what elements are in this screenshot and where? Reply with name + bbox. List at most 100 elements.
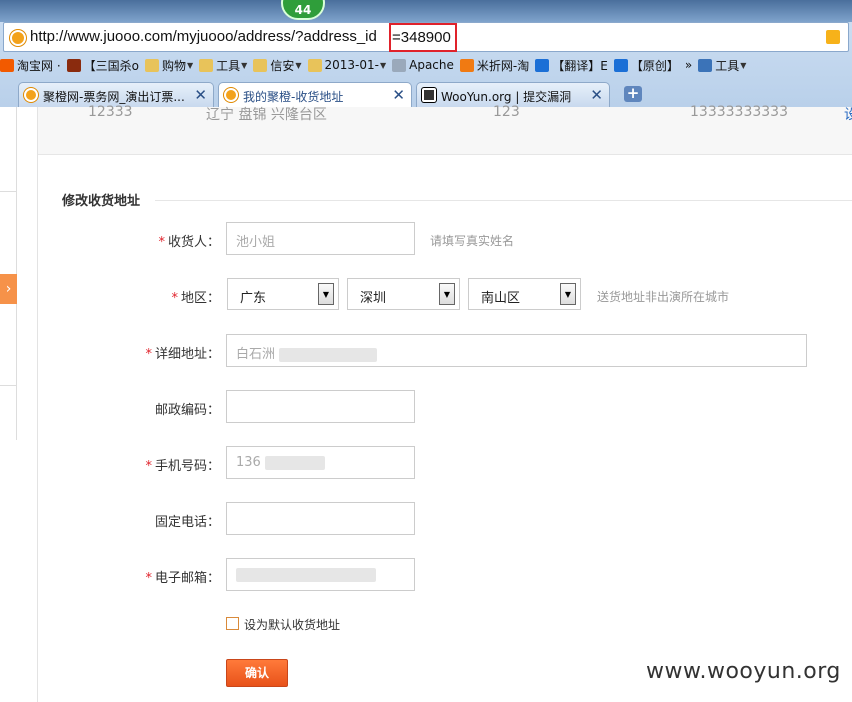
divider — [0, 385, 17, 386]
required-mark: * — [171, 291, 178, 306]
toolbox-icon — [698, 58, 713, 72]
section-title: 修改收货地址 — [62, 194, 141, 209]
folder-icon — [253, 58, 268, 72]
bookmark-item[interactable]: 购物 ▼ — [144, 57, 194, 74]
region-label: * 地区： — [171, 291, 220, 306]
chevron-down-icon[interactable]: ▼ — [439, 283, 455, 305]
bookmark-item[interactable]: Apache — [392, 58, 454, 72]
close-icon[interactable]: ✕ — [194, 86, 207, 104]
bookmark-item[interactable]: 工具 ▼ — [698, 57, 746, 74]
bookmark-item[interactable]: 【翻译】E — [535, 57, 608, 74]
bookmark-item[interactable]: 2013-01- ▼ — [307, 58, 387, 72]
mobile-label: * 手机号码： — [145, 459, 220, 474]
landline-input[interactable] — [226, 502, 415, 535]
region-hint: 送货地址非出演所在城市 — [597, 290, 730, 304]
juooo-favicon-icon — [24, 88, 38, 102]
site-favicon-icon — [10, 30, 26, 46]
close-icon[interactable]: ✕ — [392, 86, 405, 104]
new-tab-icon[interactable]: + — [624, 86, 642, 102]
page-content: › 12333 辽宁 盘锦 兴隆台区 123 13333333333 设 修改收… — [0, 104, 852, 702]
detail-address-input[interactable]: 白石洲 — [226, 334, 807, 367]
chevron-down-icon[interactable]: ▼ — [560, 283, 576, 305]
redacted-block — [279, 347, 378, 362]
tab-label: 聚橙网-票务网_演出订票... — [43, 90, 185, 104]
bookmark-label: 【翻译】E — [552, 58, 608, 73]
close-icon[interactable]: ✕ — [590, 86, 603, 104]
wooyun-favicon-icon — [422, 88, 436, 102]
bookmark-label: 2013-01- — [324, 58, 379, 72]
chevron-down-icon: ▼ — [295, 60, 302, 70]
page-icon — [392, 58, 407, 72]
bookmark-label: Apache — [409, 58, 454, 72]
cell-action-link[interactable]: 设 — [844, 104, 852, 124]
address-bar[interactable]: http://www.juooo.com/myjuooo/address/?ad… — [3, 22, 849, 52]
sanguosha-icon — [66, 58, 81, 72]
divider — [155, 200, 852, 201]
folder-icon — [307, 58, 322, 72]
tab-label: WooYun.org | 提交漏洞 — [441, 90, 572, 104]
cell-postcode: 12333 — [88, 104, 133, 120]
divider — [0, 191, 17, 192]
bookmark-item[interactable]: 淘宝网 · — [0, 57, 61, 74]
city-select[interactable]: 深圳 ▼ — [347, 278, 460, 310]
left-sidebar: › — [0, 107, 17, 440]
folder-icon — [144, 58, 159, 72]
bookmark-item[interactable]: 【三国杀o — [66, 57, 139, 74]
default-address-checkbox[interactable] — [226, 617, 239, 630]
cell-region: 辽宁 盘锦 兴隆台区 — [206, 107, 327, 123]
juooo-favicon-icon — [224, 88, 238, 102]
snowflake-icon — [535, 58, 550, 72]
bookmark-item[interactable]: 【原创】 — [613, 57, 679, 74]
confirm-button[interactable]: 确认 — [226, 659, 288, 687]
chevron-right-icon[interactable]: › — [0, 274, 17, 304]
district-select[interactable]: 南山区 ▼ — [468, 278, 581, 310]
email-input[interactable] — [226, 558, 415, 591]
bookmarks-bar: 淘宝网 · 【三国杀o 购物 ▼ 工具 ▼ 信安 ▼ 2013-01- ▼ Apache 米折网-淘【… — [0, 53, 852, 77]
required-mark: * — [158, 235, 165, 250]
bookmark-item[interactable]: 信安 ▼ — [253, 57, 302, 74]
tab-strip: 聚橙网-票务网_演出订票... ✕ 我的聚橙-收货地址 ✕ WooYun.org… — [0, 80, 852, 108]
snowflake-icon — [613, 58, 628, 72]
required-mark: * — [145, 347, 152, 362]
rss-icon[interactable] — [826, 30, 840, 44]
mizhe-icon — [459, 58, 474, 72]
watermark: www.wooyun.org — [646, 659, 841, 684]
bookmark-label: » — [684, 58, 693, 72]
chevron-down-icon: ▼ — [379, 60, 387, 70]
tab-label: 我的聚橙-收货地址 — [243, 90, 344, 104]
chevron-down-icon: ▼ — [241, 60, 248, 70]
landline-label: 固定电话： — [154, 515, 220, 530]
bookmark-label: 【原创】 — [630, 58, 679, 73]
cell-detail: 123 — [493, 104, 520, 120]
detail-label: * 详细地址： — [145, 347, 220, 362]
bookmark-item[interactable]: » — [685, 58, 692, 72]
bookmark-label: 信安 — [270, 58, 295, 73]
bookmark-label: 淘宝网 · — [17, 58, 61, 73]
bookmark-label: 工具 — [715, 58, 740, 73]
postcode-input[interactable] — [226, 390, 415, 423]
chevron-down-icon: ▼ — [740, 60, 747, 70]
bookmark-label: 【三国杀o — [83, 58, 139, 73]
receiver-input[interactable]: 池小姐 — [226, 222, 415, 255]
mobile-input[interactable]: 136 — [226, 446, 415, 479]
divider — [37, 107, 38, 702]
required-mark: * — [145, 571, 152, 586]
bookmark-label: 购物 — [161, 58, 186, 73]
bookmark-item[interactable]: 工具 ▼ — [199, 57, 247, 74]
province-select[interactable]: 广东 ▼ — [227, 278, 339, 310]
redacted-block — [264, 455, 325, 470]
folder-icon — [199, 58, 214, 72]
chevron-down-icon[interactable]: ▼ — [318, 283, 334, 305]
bookmark-label: 工具 — [216, 58, 241, 73]
chevron-down-icon: ▼ — [187, 60, 194, 70]
bookmark-item[interactable]: 米折网-淘 — [459, 57, 529, 74]
title-bar — [0, 0, 852, 22]
postcode-label: 邮政编码： — [154, 403, 220, 418]
url-address-id-highlight: =348900 — [389, 23, 457, 52]
url-text[interactable]: http://www.juooo.com/myjuooo/address/?ad… — [30, 28, 377, 45]
email-label: * 电子邮箱： — [145, 571, 220, 586]
required-mark: * — [145, 459, 152, 474]
redacted-block — [236, 567, 376, 582]
default-address-label[interactable]: 设为默认收货地址 — [244, 616, 340, 633]
browser-chrome: 44 http://www.juooo.com/myjuooo/address/… — [0, 0, 852, 108]
